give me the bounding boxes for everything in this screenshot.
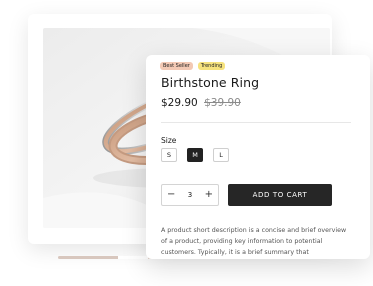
- add-to-cart-button[interactable]: ADD TO CART: [228, 184, 332, 206]
- sale-price: $29.90: [161, 97, 198, 109]
- size-option-l[interactable]: L: [213, 148, 229, 162]
- product-description: A product short description is a concise…: [161, 227, 347, 256]
- badge-best-seller: Best Seller: [160, 62, 193, 70]
- minus-icon[interactable]: −: [167, 190, 175, 200]
- quantity-stepper: − 3 +: [161, 184, 219, 206]
- size-label: Size: [161, 136, 177, 145]
- size-option-m[interactable]: M: [187, 148, 203, 162]
- original-price: $39.90: [204, 97, 241, 109]
- quantity-value[interactable]: 3: [188, 191, 192, 199]
- badge-trending: Trending: [197, 62, 226, 70]
- badge-group: Best Seller Trending: [160, 62, 226, 70]
- product-title: Birthstone Ring: [161, 75, 260, 90]
- size-option-s[interactable]: S: [161, 148, 177, 162]
- price-row: $29.90 $39.90: [161, 97, 241, 109]
- size-selector: S M L: [161, 148, 229, 162]
- divider: [161, 122, 351, 123]
- plus-icon[interactable]: +: [205, 190, 213, 200]
- product-detail-card: Best Seller Trending Birthstone Ring $29…: [146, 55, 370, 259]
